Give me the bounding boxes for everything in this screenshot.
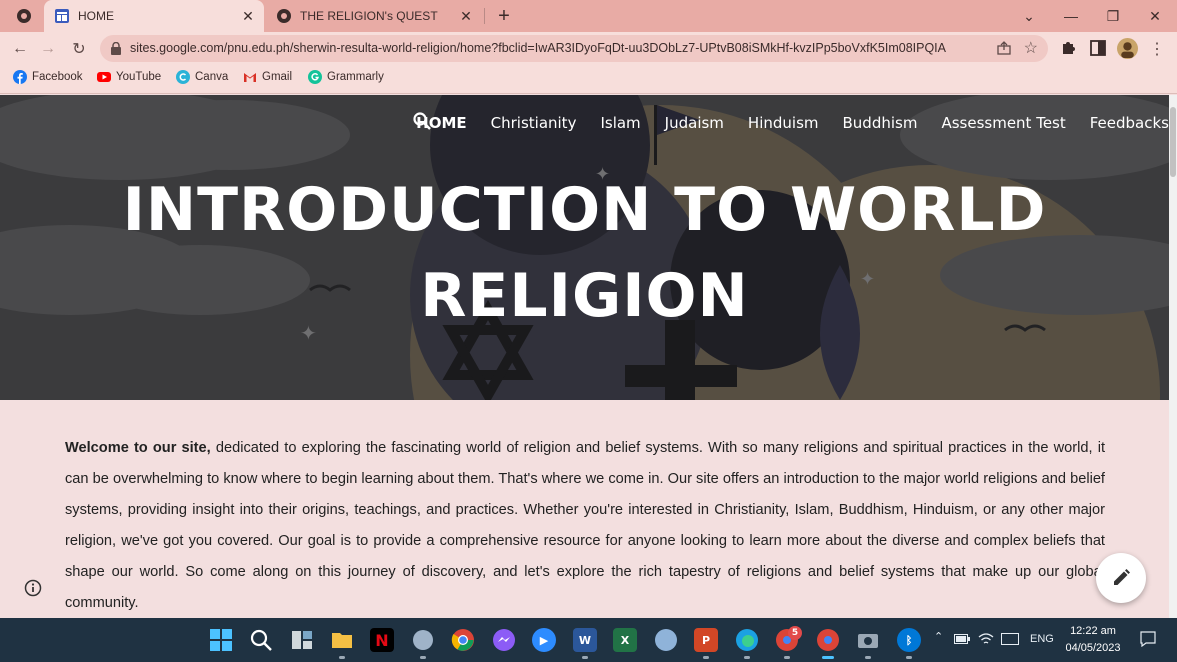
notification-center-icon[interactable] <box>1140 631 1156 647</box>
system-clock[interactable]: 12:22 am 04/05/2023 <box>1058 623 1128 657</box>
google-sites-icon <box>55 9 69 23</box>
address-bar[interactable]: sites.google.com/pnu.edu.ph/sherwin-resu… <box>100 35 1048 62</box>
zoom-icon[interactable]: ▶ <box>532 628 556 652</box>
tab-title: HOME <box>78 9 114 23</box>
bookmark-star-icon[interactable]: ☆ <box>1024 38 1038 58</box>
close-icon[interactable]: ✕ <box>458 8 474 24</box>
site-navigation: HOME Christianity Islam Judaism Hinduism… <box>392 111 1169 135</box>
nav-item-hinduism[interactable]: Hinduism <box>748 114 819 132</box>
kebab-menu-icon[interactable]: ⋮ <box>1146 38 1168 60</box>
bookmark-gmail[interactable]: Gmail <box>243 70 292 84</box>
new-tab-button[interactable]: + <box>494 5 514 27</box>
restore-button[interactable]: ❐ <box>1101 4 1125 28</box>
edit-page-button[interactable] <box>1096 553 1146 603</box>
globe-app-icon[interactable] <box>654 628 678 652</box>
profile-menu-icon[interactable] <box>16 8 32 24</box>
nav-item-buddhism[interactable]: Buddhism <box>843 114 918 132</box>
file-explorer-icon[interactable] <box>330 628 354 652</box>
wifi-icon[interactable] <box>978 632 994 646</box>
bookmark-grammarly[interactable]: Grammarly <box>308 70 384 84</box>
youtube-icon <box>97 72 111 82</box>
tab-divider <box>484 8 485 24</box>
reload-button[interactable]: ↻ <box>68 38 90 60</box>
nav-item-assessment-test[interactable]: Assessment Test <box>941 114 1065 132</box>
search-icon[interactable] <box>249 628 273 652</box>
close-icon[interactable]: ✕ <box>240 8 256 24</box>
close-window-button[interactable]: ✕ <box>1143 4 1167 28</box>
minimize-button[interactable]: — <box>1059 4 1083 28</box>
page-scrollbar[interactable] <box>1169 95 1177 618</box>
canva-icon <box>176 70 190 84</box>
search-icon[interactable] <box>412 111 432 131</box>
app-icon[interactable] <box>411 628 435 652</box>
nav-item-christianity[interactable]: Christianity <box>491 114 577 132</box>
battery-icon[interactable] <box>954 634 970 644</box>
chrome-icon <box>277 9 291 23</box>
facebook-icon <box>13 70 27 84</box>
tab-home[interactable]: HOME ✕ <box>44 0 264 32</box>
hero-banner: ✦ ✦ ✦ HOME Christianity Islam Judaism Hi… <box>0 95 1169 400</box>
keyboard-icon[interactable] <box>1001 633 1019 645</box>
notification-badge: 5 <box>788 626 802 640</box>
word-icon[interactable]: W <box>573 628 597 652</box>
running-indicator <box>703 656 709 659</box>
running-indicator <box>744 656 750 659</box>
windows-taskbar: N ▶ W X P 5 ᛒ ⌃ ENG 12:22 am 04/05/2023 <box>0 618 1177 662</box>
task-view-icon[interactable] <box>290 628 314 652</box>
tab-religions-quest[interactable]: THE RELIGION's QUEST ✕ <box>266 0 482 32</box>
active-indicator <box>822 656 834 659</box>
powerpoint-icon[interactable]: P <box>694 628 718 652</box>
browser-tab-strip: HOME ✕ THE RELIGION's QUEST ✕ + ⌄ — ❐ ✕ <box>0 0 1177 32</box>
bookmark-canva[interactable]: Canva <box>176 70 228 84</box>
bluetooth-icon[interactable]: ᛒ <box>897 628 921 652</box>
clock-time: 12:22 am <box>1070 625 1116 637</box>
profile-avatar[interactable] <box>1117 38 1138 59</box>
running-indicator <box>582 656 588 659</box>
page-title-line-1: INTRODUCTION TO WORLD <box>122 175 1047 245</box>
browser-toolbar: ← → ↻ sites.google.com/pnu.edu.ph/sherwi… <box>0 32 1177 64</box>
camera-icon[interactable] <box>856 628 880 652</box>
excel-icon[interactable]: X <box>613 628 637 652</box>
pencil-icon <box>1114 569 1130 585</box>
chevron-up-icon[interactable]: ⌃ <box>934 630 943 643</box>
chrome-icon[interactable] <box>451 628 475 652</box>
nav-item-feedbacks[interactable]: Feedbacks <box>1090 114 1169 132</box>
messenger-icon[interactable] <box>492 628 516 652</box>
lock-icon <box>111 42 121 55</box>
tab-search-icon[interactable]: ⌄ <box>1017 4 1041 28</box>
bookmark-youtube[interactable]: YouTube <box>97 70 161 84</box>
netflix-icon[interactable]: N <box>370 628 394 652</box>
running-indicator <box>784 656 790 659</box>
info-icon[interactable] <box>22 577 44 599</box>
intro-paragraph: Welcome to our site, dedicated to explor… <box>65 433 1105 618</box>
bookmark-facebook[interactable]: Facebook <box>13 70 83 84</box>
bookmarks-bar: Facebook YouTube Canva Gmail Grammarly <box>0 64 1177 94</box>
share-icon[interactable] <box>996 40 1012 56</box>
running-indicator <box>906 656 912 659</box>
nav-item-judaism[interactable]: Judaism <box>665 114 724 132</box>
nav-item-islam[interactable]: Islam <box>600 114 640 132</box>
running-indicator <box>339 656 345 659</box>
back-button[interactable]: ← <box>9 38 31 60</box>
scrollbar-thumb[interactable] <box>1170 107 1176 177</box>
intro-body-text: dedicated to exploring the fascinating w… <box>65 440 1106 611</box>
intro-bold-lead: Welcome to our site, <box>65 440 211 456</box>
windows-start-icon[interactable] <box>209 628 233 652</box>
input-language[interactable]: ENG <box>1030 633 1054 645</box>
clock-date: 04/05/2023 <box>1065 642 1121 654</box>
extensions-puzzle-icon[interactable] <box>1060 38 1078 56</box>
side-panel-icon[interactable] <box>1089 39 1107 57</box>
url-text[interactable]: sites.google.com/pnu.edu.ph/sherwin-resu… <box>130 41 970 55</box>
running-indicator <box>865 656 871 659</box>
web-page: ✦ ✦ ✦ HOME Christianity Islam Judaism Hi… <box>0 95 1169 618</box>
tab-title: THE RELIGION's QUEST <box>300 9 438 23</box>
running-indicator <box>420 656 426 659</box>
page-title: INTRODUCTION TO WORLD RELIGION <box>0 167 1169 339</box>
edge-icon[interactable] <box>735 628 759 652</box>
forward-button[interactable]: → <box>37 38 59 60</box>
grammarly-icon <box>308 70 322 84</box>
chrome-active-icon[interactable] <box>816 628 840 652</box>
gmail-icon <box>244 73 256 82</box>
page-title-line-2: RELIGION <box>420 261 749 331</box>
